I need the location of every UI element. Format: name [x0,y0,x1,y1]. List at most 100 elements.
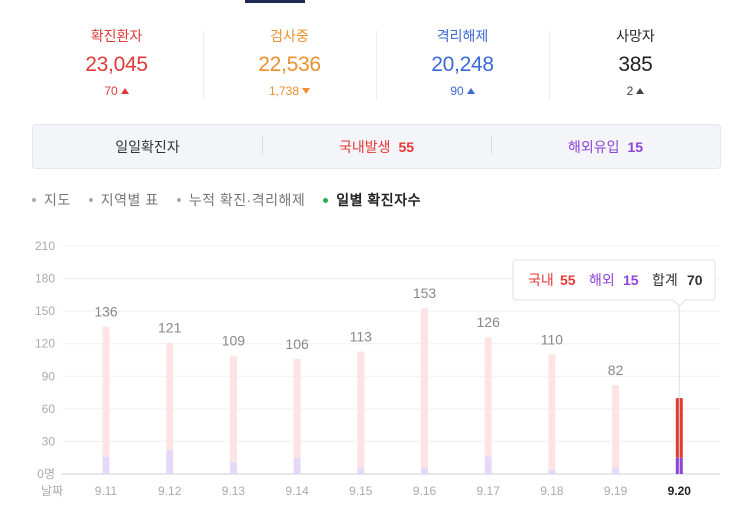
stat-value: 23,045 [85,53,148,76]
bar-total-label: 136 [94,303,118,319]
bar-domestic [612,384,620,468]
bar-domestic [102,326,110,457]
tab-label: 누적 확진·격리해제 [188,192,306,208]
daily-domestic-value: 55 [398,138,415,155]
x-tick-label: 9.12 [158,484,182,498]
top-border [0,0,736,3]
y-tick-label: 30 [42,434,56,448]
active-tab-indicator [245,0,305,3]
stat-change-value: 70 [104,84,118,98]
x-tick-label: 9.16 [413,484,437,498]
bar-overseas [166,450,174,474]
tab-daily[interactable]: 일별 확진자수 [323,190,421,210]
bar-domestic [166,342,174,451]
bar-overseas [548,469,556,474]
daily-confirmed-bar: 일일확진자 국내발생 55 해외유입 15 [32,124,721,169]
bar-domestic [357,351,365,469]
bar-overseas [484,456,492,474]
arrow-up-icon [636,88,645,94]
tab-cumulative[interactable]: 누적 확진·격리해제 [176,190,306,210]
stat-change: 70 [104,84,129,98]
tooltip-overseas-label: 해외 [589,272,615,288]
daily-domestic: 국내발생 55 [262,134,491,157]
tab-label: 지도 [44,192,71,208]
daily-overseas-label: 해외유입 [567,138,620,155]
daily-domestic-label: 국내발생 [338,138,391,155]
arrow-down-icon [302,88,311,94]
bar-total-label: 113 [350,328,373,344]
arrow-up-icon [120,88,129,94]
bar-domestic [229,355,237,463]
stat-change-value: 1,738 [268,84,300,98]
x-axis-title: 날짜 [41,484,63,498]
x-tick-label: 9.13 [222,484,246,498]
x-tick-label: 9.20 [668,484,692,498]
bar-overseas [102,456,110,474]
tooltip-total-label: 합계 [652,272,678,288]
bar-domestic [548,354,556,470]
stat-label: 확진환자 [90,28,143,44]
stat-change: 90 [450,84,475,98]
x-tick-label: 9.14 [285,484,309,498]
stat-change-value: 2 [626,84,634,98]
y-tick-label: 120 [35,337,55,351]
stat-testing: 검사중 22,536 1,738 [203,22,376,108]
bar-domestic [421,307,428,468]
stat-change: 1,738 [268,84,311,98]
bar-domestic [484,337,492,457]
bar-overseas [357,468,365,474]
summary-stats: 확진환자 23,045 70 검사중 22,536 1,738 격리해제 20,… [30,22,722,108]
bar-overseas [612,467,620,474]
stat-deaths: 사망자 385 2 [549,22,722,108]
bar-overseas [421,467,428,474]
bullet-icon [88,198,93,202]
bar-total-label: 82 [608,362,624,378]
x-tick-label: 9.19 [604,484,628,498]
tooltip-total-value: 70 [687,272,703,288]
chart-tabs: 지도 지역별 표 누적 확진·격리해제 일별 확진자수 [32,190,421,210]
bar-total-label: 153 [413,285,437,301]
bar-total-label: 126 [477,314,501,330]
x-tick-label: 9.18 [540,484,564,498]
daily-title: 일일확진자 [115,138,180,155]
bullet-icon [176,198,181,202]
y-tick-label: 60 [42,402,56,416]
stat-value: 22,536 [258,53,321,76]
bullet-icon [323,197,329,203]
y-tick-label: 180 [35,272,55,286]
stat-released: 격리해제 20,248 90 [376,22,549,108]
tooltip-domestic-label: 국내 [528,272,554,288]
stat-change-value: 90 [450,84,464,98]
stat-change: 2 [627,84,645,98]
stat-confirmed: 확진환자 23,045 70 [30,22,203,108]
tooltip-overseas-value: 15 [623,272,639,288]
tab-label: 일별 확진자수 [336,192,421,208]
x-tick-label: 9.15 [349,484,373,498]
y-tick-label: 210 [35,239,55,253]
tab-map[interactable]: 지도 [32,190,71,210]
daily-overseas: 해외유입 15 [491,134,720,157]
bullet-icon [32,198,36,202]
tab-label: 지역별 표 [100,192,159,208]
daily-confirmed-chart: 210 180 150 120 90 60 30 0명날짜 136 9.11 121 9.12 109 9… [35,239,720,498]
bar-overseas [293,457,301,474]
stat-label: 검사중 [270,28,309,44]
stat-label: 사망자 [616,28,655,44]
bar-domestic [293,358,301,458]
stat-value: 20,248 [431,53,494,76]
daily-overseas-value: 15 [627,138,644,155]
y-tick-label: 150 [35,304,55,318]
bar-total-label: 106 [285,336,309,352]
stat-value: 385 [618,53,653,76]
bar-total-label: 121 [158,320,182,336]
stat-label: 격리해제 [436,28,489,44]
arrow-up-icon [466,88,475,94]
bar-overseas [229,462,237,474]
tooltip-domestic-value: 55 [560,272,576,288]
x-tick-label: 9.11 [95,484,118,498]
tab-region-table[interactable]: 지역별 표 [88,190,159,210]
x-tick-label: 9.17 [477,484,501,498]
bar-total-label: 109 [222,333,246,349]
y-tick-label: 90 [42,369,56,383]
bar-total-label: 110 [541,332,564,348]
